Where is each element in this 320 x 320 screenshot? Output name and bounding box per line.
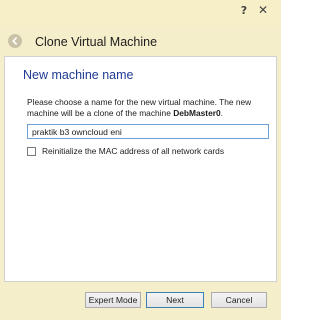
page-title: Clone Virtual Machine <box>35 35 158 49</box>
reinit-mac-checkbox[interactable] <box>27 146 36 156</box>
reinit-mac-label[interactable]: Reinitialize the MAC address of all netw… <box>42 146 224 156</box>
wizard-header: Clone Virtual Machine <box>0 26 281 58</box>
help-icon[interactable]: ? <box>238 3 250 17</box>
title-bar: ? ✕ <box>0 0 281 26</box>
content-panel: New machine name Please choose a name fo… <box>4 56 277 282</box>
expert-mode-button[interactable]: Expert Mode <box>85 292 141 308</box>
clone-vm-dialog: ? ✕ Clone Virtual Machine New machine na… <box>0 0 281 320</box>
cancel-button[interactable]: Cancel <box>211 292 267 308</box>
description-text: Please choose a name for the new virtual… <box>27 97 273 119</box>
close-icon[interactable]: ✕ <box>256 3 270 17</box>
reinit-mac-option[interactable]: Reinitialize the MAC address of all netw… <box>27 145 224 157</box>
back-arrow-icon[interactable] <box>8 34 22 48</box>
next-button[interactable]: Next <box>146 292 204 308</box>
source-machine-name: DebMaster0 <box>173 108 221 118</box>
description-part2: . <box>220 108 223 118</box>
vm-name-input[interactable] <box>27 124 269 139</box>
section-title: New machine name <box>23 68 134 82</box>
